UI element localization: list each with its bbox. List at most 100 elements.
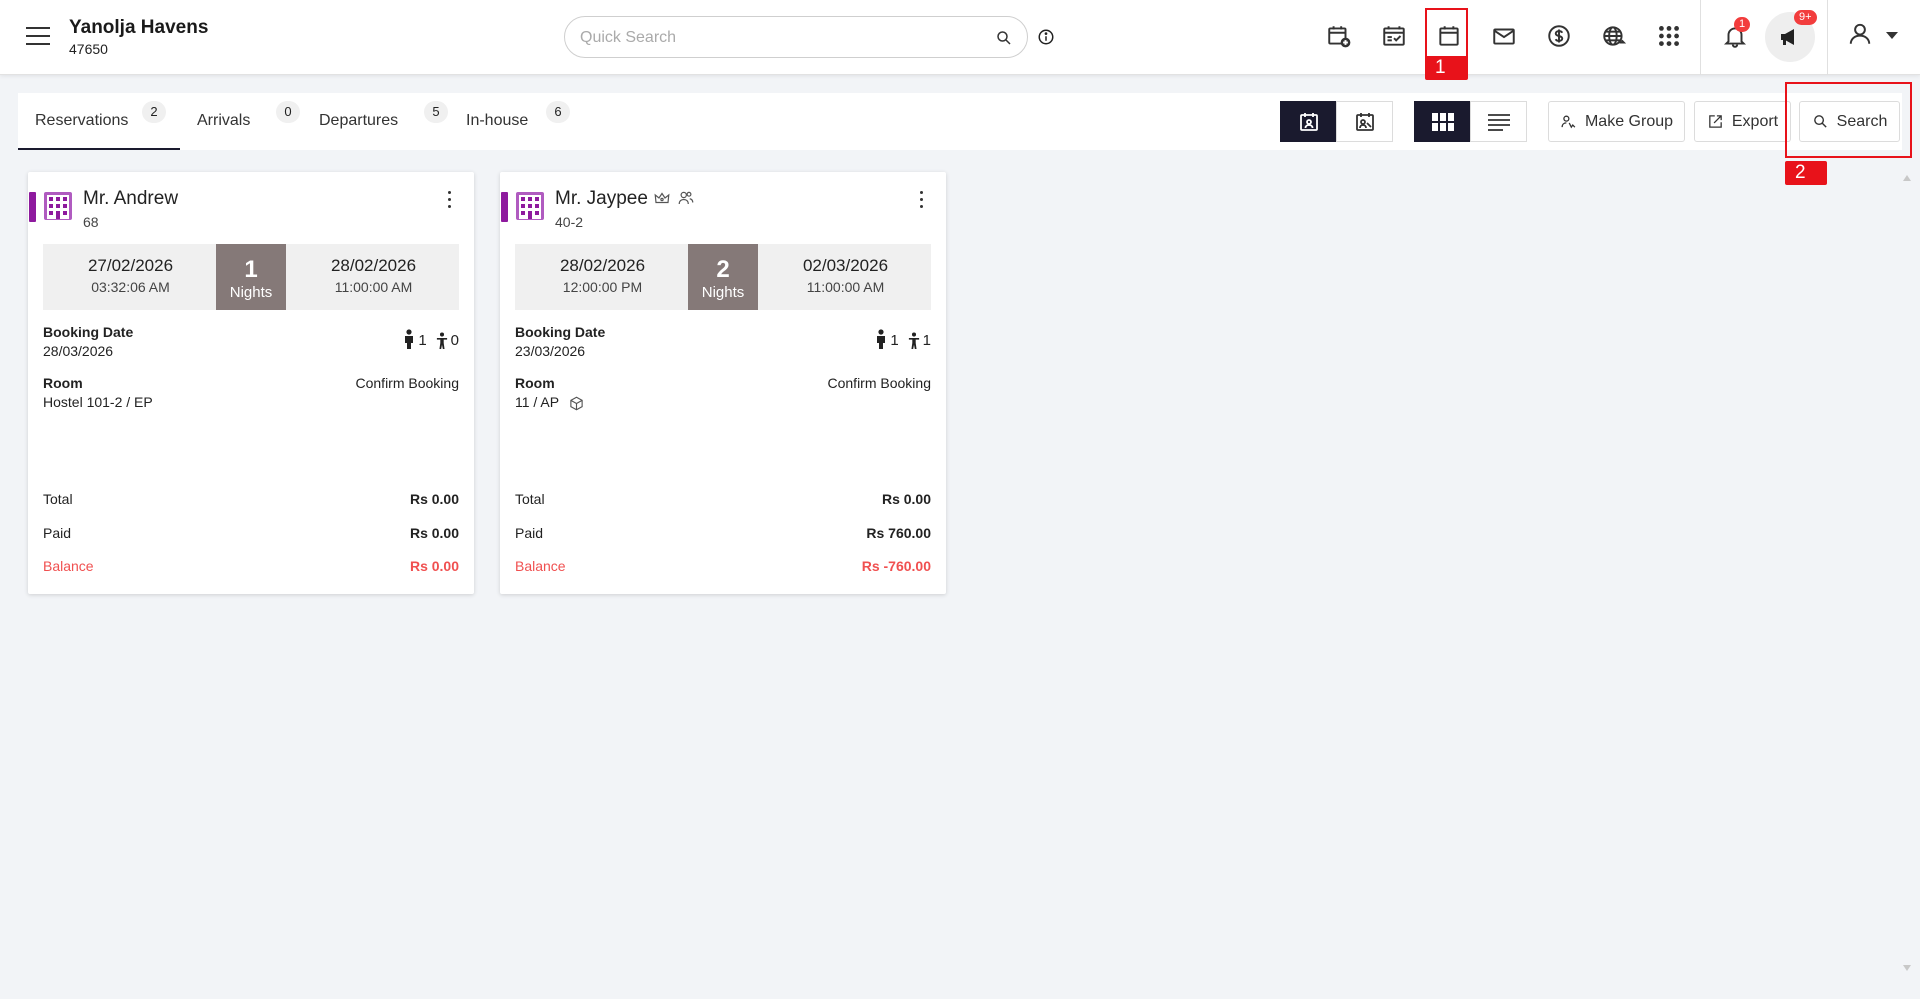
more-options-icon[interactable] [918,191,924,213]
announcement-badge: 9+ [1794,10,1817,25]
chevron-down-icon[interactable] [1886,32,1898,40]
tab-label: In-house [466,112,529,129]
booking-status: Confirm Booking [827,375,932,391]
dollar-icon[interactable] [1545,22,1573,50]
scroll-up-icon[interactable] [1902,174,1912,182]
quick-search-input[interactable] [580,27,980,49]
guest-name[interactable]: Mr. Andrew [83,188,178,210]
topbar-divider [1700,0,1701,75]
tab-count: 5 [424,101,448,123]
new-reservation-icon[interactable] [1325,22,1353,50]
guest-name[interactable]: Mr. Jaypee [555,188,648,210]
tab-departures[interactable]: Departures 5 [298,93,448,150]
hotel-name: Yanolja Havens [69,17,209,38]
balance-amount: Rs -760.00 [861,558,931,574]
hamburger-menu-icon[interactable] [26,27,50,47]
paid-amount: Rs 0.00 [409,525,459,541]
adults-count: 1 [418,332,427,349]
room-value: Hostel 101-2 / EP [43,394,153,410]
tab-count: 0 [276,101,300,123]
booking-date: 28/03/2026 [43,343,114,359]
megaphone-icon [1781,29,1794,45]
paid-label: Paid [515,525,544,541]
balance-amount: Rs 0.00 [409,558,459,574]
children-count: 0 [450,332,459,349]
reservation-card[interactable]: Mr. Andrew 68 27/02/2026 03:32:06 AM 1 N… [28,172,474,594]
export-label: Export [1731,112,1779,130]
total-amount: Rs 0.00 [881,491,931,507]
total-label: Total [515,491,545,507]
booking-date: 23/03/2026 [515,343,586,359]
guest-flags [653,189,695,207]
calendar-user-icon [1299,112,1318,131]
checkout-time: 11:00:00 AM [334,279,413,295]
annotation-label-1: 1 [1425,56,1468,80]
tab-label: Departures [319,112,399,129]
export-button[interactable]: Export [1694,101,1791,142]
tab-count: 6 [546,101,570,123]
export-icon [1709,115,1722,128]
child-icon [436,332,447,349]
package-icon [570,396,583,411]
checkin-date: 27/02/2026 [87,256,174,275]
grid-view-toggle[interactable] [1414,101,1471,142]
user-profile-icon[interactable] [1846,20,1874,48]
tab-label: Arrivals [197,112,251,129]
reservation-id: 68 [83,214,99,230]
booking-date-label: Booking Date [515,324,606,340]
topbar-divider-2 [1827,0,1828,75]
more-options-icon[interactable] [446,191,452,213]
tab-label: Reservations [35,112,129,129]
paid-amount: Rs 760.00 [866,525,931,541]
nights-count: 2 [716,256,730,283]
checkin-view-toggle[interactable] [1280,101,1337,142]
adult-icon [405,329,414,349]
list-view-icon [1487,113,1510,131]
reservation-tabs-bar: Reservations 2 Arrivals 0 Departures 5 I… [18,93,1902,150]
tab-arrivals[interactable]: Arrivals 0 [180,93,300,150]
reservation-card[interactable]: Mr. Jaypee 40-2 28/02/2026 12:00:00 PM 2… [500,172,946,594]
adults-count: 1 [890,332,899,349]
info-icon[interactable] [1037,28,1055,46]
globe-icon[interactable] [1600,22,1628,50]
make-group-label: Make Group [1584,112,1674,130]
annotation-box-1 [1425,8,1468,59]
building-icon [516,192,544,220]
calendar-check-icon[interactable] [1380,22,1408,50]
tab-in-house[interactable]: In-house 6 [446,93,576,150]
search-icon[interactable] [995,29,1013,47]
hotel-id: 47650 [69,41,108,57]
tab-count: 2 [142,101,166,123]
pax-count: 1 0 [402,329,459,349]
building-icon [44,192,72,220]
tab-reservations[interactable]: Reservations 2 [18,93,180,150]
checkout-view-toggle[interactable] [1336,101,1393,142]
room-label: Room [43,375,83,391]
crown-icon [654,192,670,204]
quick-search-box [564,16,1028,58]
paid-label: Paid [43,525,72,541]
checkout-time: 11:00:00 AM [806,279,885,295]
notification-badge: 1 [1734,17,1751,32]
card-accent-bar [29,192,36,222]
group-icon [1561,115,1576,129]
checkin-time: 12:00:00 PM [562,279,643,295]
make-group-button[interactable]: Make Group [1548,101,1685,142]
scroll-down-icon[interactable] [1902,964,1912,972]
list-view-toggle[interactable] [1470,101,1527,142]
checkout-date: 28/02/2026 [330,256,417,275]
checkin-date: 28/02/2026 [559,256,646,275]
mail-icon[interactable] [1490,22,1518,50]
apps-grid-icon[interactable] [1655,22,1683,50]
stay-dates: 28/02/2026 12:00:00 PM 2 Nights 02/03/20… [515,244,931,310]
booking-status: Confirm Booking [355,375,460,391]
annotation-label-2: 2 [1785,161,1827,185]
nights-label: Nights [701,284,745,301]
annotation-box-2 [1785,82,1912,158]
total-label: Total [43,491,73,507]
nights-count: 1 [244,256,258,283]
nights-box: 2 Nights [688,244,758,310]
balance-label: Balance [515,558,566,574]
checkin-time: 03:32:06 AM [91,279,170,295]
adult-icon [877,329,886,349]
